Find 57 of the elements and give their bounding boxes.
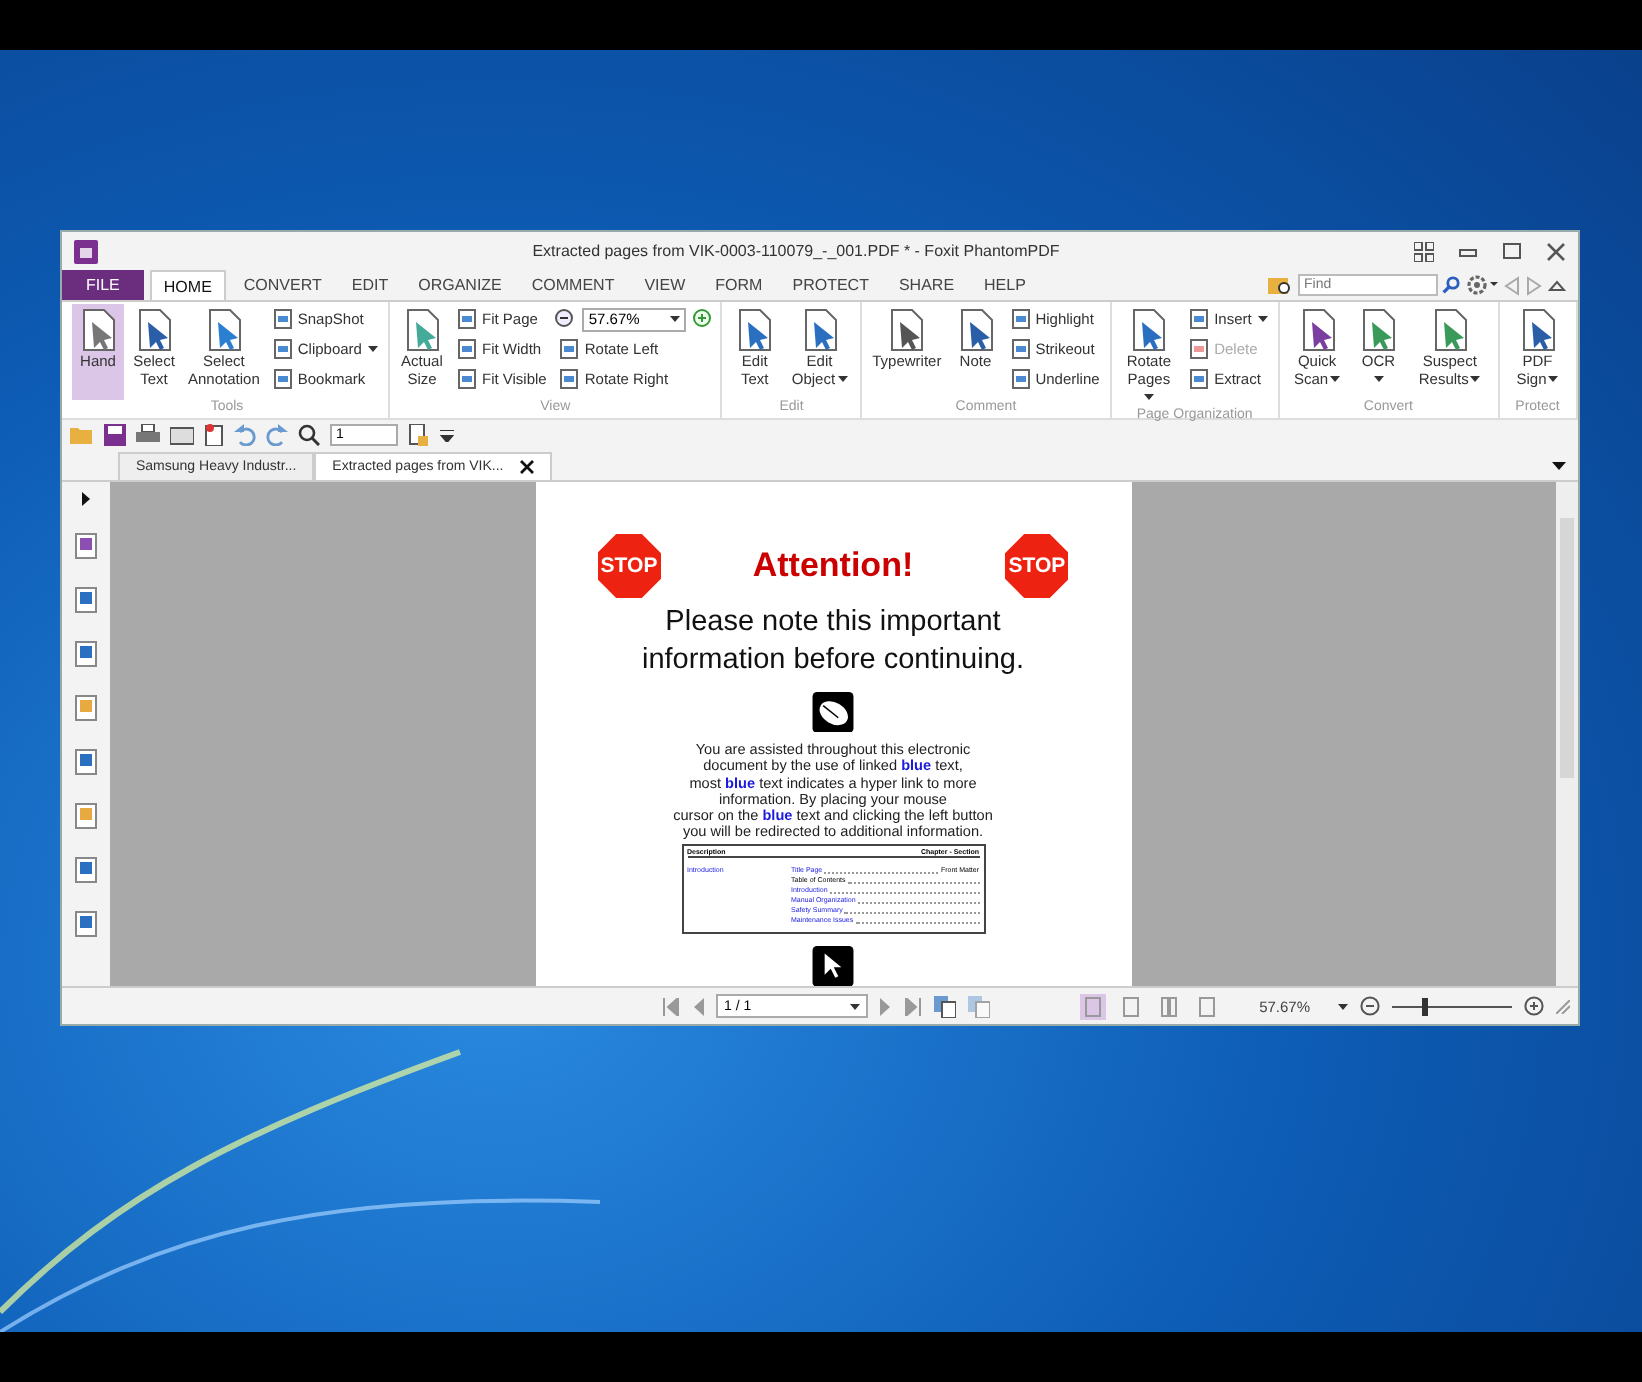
menu-tab[interactable]: HOME xyxy=(149,270,226,300)
page-subheading: Please note this important information before continuing. xyxy=(639,604,1027,680)
caret-icon[interactable] xyxy=(1338,1003,1348,1009)
view-mode-button[interactable] xyxy=(1155,993,1182,1019)
stop-sign-icon: STOP xyxy=(597,534,661,598)
page-layout-icon xyxy=(1197,995,1216,1017)
menu-tab[interactable]: SHARE xyxy=(886,270,967,300)
menu-tab[interactable]: COMMENT xyxy=(519,270,627,300)
next-page-icon[interactable] xyxy=(880,997,892,1015)
page-copy-icon[interactable] xyxy=(934,995,956,1017)
previous-page-icon[interactable] xyxy=(692,997,704,1015)
view-mode-button[interactable] xyxy=(1079,993,1106,1019)
redo-icon[interactable] xyxy=(266,424,288,446)
collapse-ribbon-icon[interactable] xyxy=(1548,279,1566,291)
customize-toolbar-icon[interactable] xyxy=(440,429,454,441)
window-title: Extracted pages from VIK-0003-110079_-_001.PDF * - Foxit PhantomPDF xyxy=(530,242,1062,260)
zoom-out-icon[interactable] xyxy=(1360,996,1380,1016)
page-layout-icon xyxy=(1083,995,1102,1017)
search-icon[interactable] xyxy=(1442,276,1460,294)
page-add-icon[interactable] xyxy=(408,424,430,446)
print-icon[interactable] xyxy=(136,424,160,446)
slider-thumb[interactable] xyxy=(1422,997,1428,1015)
search-icon[interactable] xyxy=(298,424,320,446)
tab-list-caret-icon[interactable] xyxy=(1552,461,1566,469)
menu-tab[interactable]: FILE xyxy=(62,270,144,300)
folder-search-icon[interactable] xyxy=(1268,274,1292,296)
undo-icon[interactable] xyxy=(234,424,256,446)
zoom-out-icon[interactable] xyxy=(554,308,577,330)
vertical-scrollbar[interactable] xyxy=(1556,482,1578,986)
settings-icon[interactable] xyxy=(1466,274,1498,296)
page-layout-icon xyxy=(1121,995,1140,1017)
menu-tab[interactable]: PROTECT xyxy=(780,270,881,300)
view-mode-button[interactable] xyxy=(1193,993,1220,1019)
last-page-icon[interactable] xyxy=(904,997,922,1015)
first-page-icon[interactable] xyxy=(662,997,680,1015)
menu-tab[interactable]: FORM xyxy=(703,270,775,300)
caret-icon xyxy=(850,1003,860,1009)
resize-grip-icon[interactable] xyxy=(1556,999,1570,1013)
page-heading: Attention! xyxy=(752,546,914,586)
zoom-in-icon[interactable] xyxy=(692,308,715,330)
caret-icon xyxy=(670,316,681,322)
menu-tab[interactable]: HELP xyxy=(972,270,1038,300)
restore-icon[interactable] xyxy=(1502,241,1522,261)
menu-tab[interactable]: ORGANIZE xyxy=(406,270,514,300)
layout-grid-icon[interactable] xyxy=(1414,241,1434,261)
close-icon[interactable] xyxy=(519,460,534,474)
close-icon[interactable] xyxy=(1546,241,1566,261)
save-icon[interactable] xyxy=(104,424,126,446)
view-mode-button[interactable] xyxy=(1117,993,1144,1019)
page-layout-icon xyxy=(1159,995,1178,1017)
menu-tab[interactable]: CONVERT xyxy=(231,270,334,300)
expand-arrow-icon[interactable] xyxy=(82,492,90,506)
app-logo-icon xyxy=(74,239,98,263)
zoom-in-icon[interactable] xyxy=(1524,996,1544,1016)
stop-sign-icon: STOP xyxy=(1004,534,1069,598)
menu-tab[interactable]: EDIT xyxy=(339,270,401,300)
menu-tab[interactable]: VIEW xyxy=(632,270,698,300)
